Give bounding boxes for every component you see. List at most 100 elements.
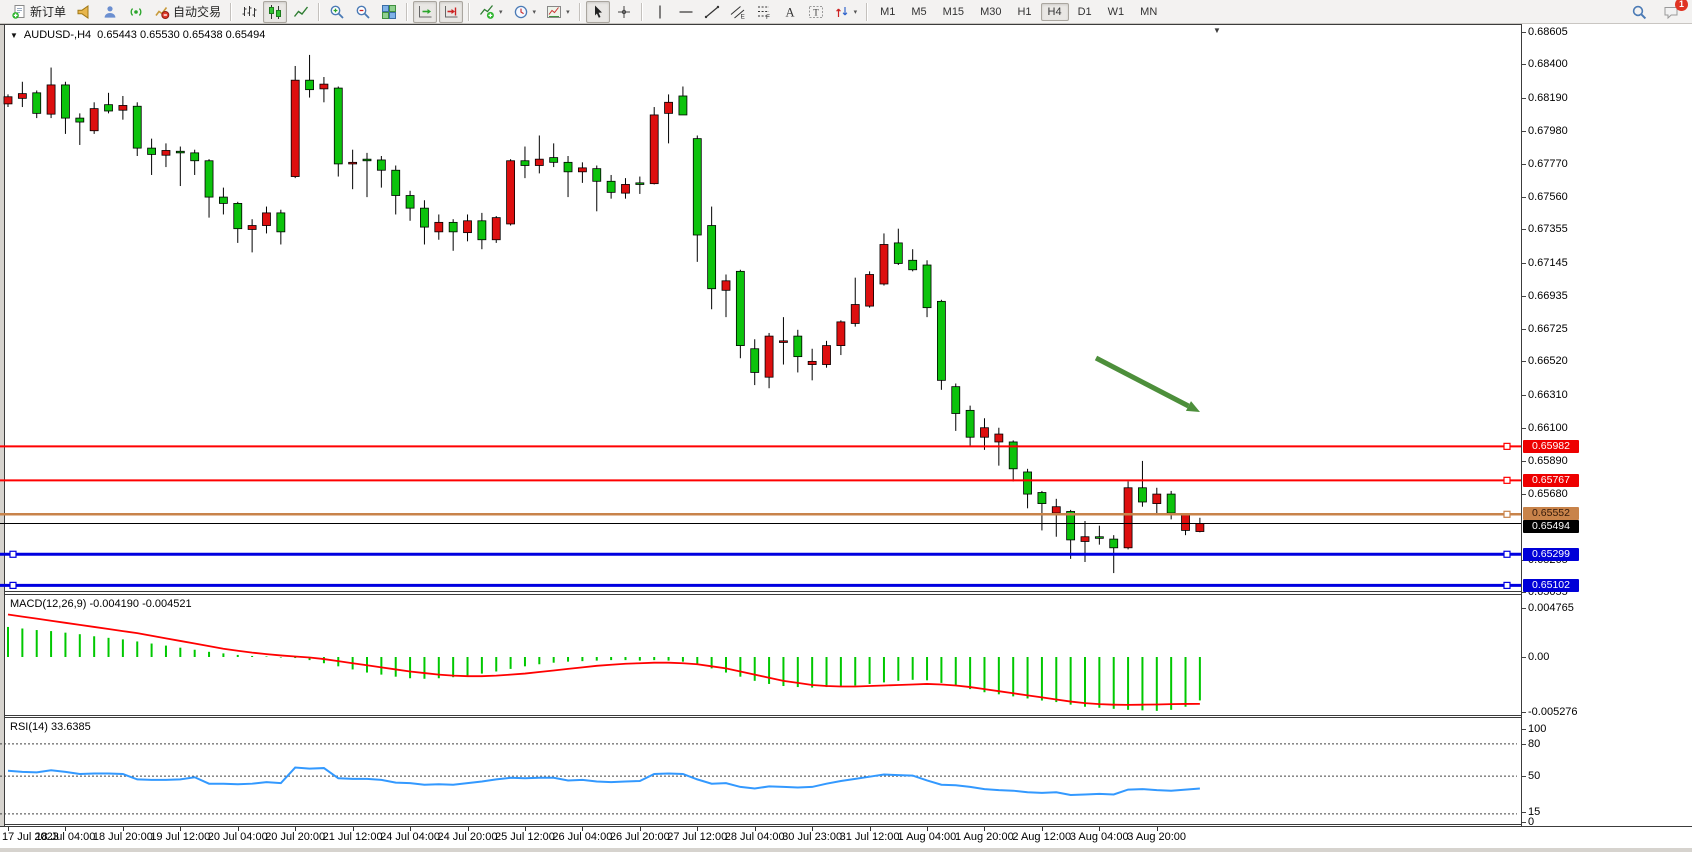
- line-chart-button[interactable]: [289, 1, 313, 23]
- candle: [808, 349, 816, 381]
- line-handle[interactable]: [10, 582, 16, 588]
- search-button[interactable]: [1627, 1, 1651, 23]
- rsi-panel[interactable]: [0, 718, 1521, 824]
- horizontal-line-0.65102[interactable]: [0, 582, 1521, 588]
- horizontal-line-button[interactable]: [674, 1, 698, 23]
- time-label: 1 Aug 04:00: [898, 831, 957, 843]
- candle: [765, 333, 773, 388]
- candle: [507, 159, 515, 225]
- crosshair-icon: [616, 4, 632, 20]
- price-tag-0.65767: 0.65767: [1523, 474, 1579, 487]
- tile-windows-button[interactable]: [377, 1, 401, 23]
- signals-button[interactable]: [124, 1, 148, 23]
- line-handle[interactable]: [1504, 443, 1510, 449]
- arrows-button[interactable]: ▾: [830, 1, 862, 23]
- news-button[interactable]: [72, 1, 96, 23]
- indicators-button[interactable]: ▾: [475, 1, 507, 23]
- horizontal-line-0.65982[interactable]: [0, 443, 1521, 449]
- timeframe-m15-button[interactable]: M15: [936, 3, 971, 21]
- line-handle[interactable]: [10, 551, 16, 557]
- candle: [751, 339, 759, 385]
- text-button[interactable]: A: [778, 1, 802, 23]
- timeframe-m5-button[interactable]: M5: [904, 3, 933, 21]
- candle: [363, 153, 371, 197]
- zoom-in-button[interactable]: [325, 1, 349, 23]
- toolbar-separator: [406, 3, 408, 21]
- candle: [205, 159, 213, 217]
- price-tick-label: 0.68605: [1528, 26, 1568, 38]
- profile-button[interactable]: [98, 1, 122, 23]
- new-order-button[interactable]: 新订单: [7, 1, 70, 23]
- axis-tick: [1522, 822, 1526, 823]
- zoom-out-button[interactable]: [351, 1, 375, 23]
- periods-button[interactable]: ▾: [509, 1, 541, 23]
- time-label: 24 Jul 20:00: [438, 831, 498, 843]
- candle: [61, 82, 69, 134]
- notifications-button[interactable]: 1: [1659, 1, 1683, 23]
- equidistant-channel-button[interactable]: E: [726, 1, 750, 23]
- timeframe-h4-button[interactable]: H4: [1041, 3, 1069, 21]
- line-handle[interactable]: [1504, 511, 1510, 517]
- line-handle[interactable]: [1504, 582, 1510, 588]
- axis-tick: [1522, 812, 1526, 813]
- candle: [535, 135, 543, 173]
- candle: [693, 135, 701, 261]
- toolbar: 新订单 自动交易 ▾ ▾ ▾ EFAT ▾ M1M5M15M30H1H4D1W1MN 1: [0, 0, 1692, 24]
- candle: [392, 165, 400, 214]
- hline-icon: [678, 4, 694, 20]
- time-label: 25 Jul 12:00: [495, 831, 555, 843]
- zoom-out-icon: [355, 4, 371, 20]
- horizontal-line-0.65299[interactable]: [0, 551, 1521, 557]
- horizontal-line-0.65767[interactable]: [0, 477, 1521, 483]
- auto-scroll-button[interactable]: [413, 1, 437, 23]
- symbol-dropdown-icon[interactable]: ▼: [10, 31, 18, 40]
- chart-shift-marker-icon[interactable]: ▼: [1213, 26, 1221, 35]
- timeframe-mn-button[interactable]: MN: [1133, 3, 1164, 21]
- candle: [1196, 518, 1204, 533]
- dropdown-caret-icon[interactable]: ▾: [533, 8, 537, 16]
- timeframe-h1-button[interactable]: H1: [1010, 3, 1038, 21]
- macd-panel[interactable]: [0, 595, 1521, 715]
- timeframe-w1-button[interactable]: W1: [1101, 3, 1132, 21]
- trendline-button[interactable]: [700, 1, 724, 23]
- time-label: 18 Jul 20:00: [93, 831, 153, 843]
- toolbar-right-group: 1: [1626, 1, 1684, 23]
- fibonacci-button[interactable]: F: [752, 1, 776, 23]
- axis-tick: [1522, 657, 1526, 658]
- bar-chart-button[interactable]: [237, 1, 261, 23]
- time-axis[interactable]: 17 Jul 202318 Jul 04:0018 Jul 20:0019 Ju…: [0, 827, 1692, 848]
- horizontal-line-0.65552[interactable]: [0, 511, 1521, 517]
- text-label-button[interactable]: T: [804, 1, 828, 23]
- price-axis[interactable]: 0.686050.684000.681900.679800.677700.675…: [1522, 24, 1692, 826]
- chart-shift-button[interactable]: [439, 1, 463, 23]
- clock-icon: [513, 4, 529, 20]
- main-chart-panel[interactable]: [0, 25, 1521, 591]
- time-label: 21 Jul 12:00: [323, 831, 383, 843]
- line-handle[interactable]: [1504, 477, 1510, 483]
- timeframe-m30-button[interactable]: M30: [973, 3, 1008, 21]
- vertical-line-button[interactable]: [648, 1, 672, 23]
- time-label: 26 Jul 04:00: [552, 831, 612, 843]
- axis-tick: [1522, 395, 1526, 396]
- templates-button[interactable]: ▾: [542, 1, 574, 23]
- price-tick-label: 0.66520: [1528, 355, 1568, 367]
- svg-text:A: A: [785, 5, 794, 19]
- search-icon: [1631, 4, 1647, 20]
- timeframe-d1-button[interactable]: D1: [1071, 3, 1099, 21]
- price-tick-label: 0.66725: [1528, 323, 1568, 335]
- dropdown-caret-icon[interactable]: ▾: [854, 8, 858, 16]
- line-handle[interactable]: [1504, 551, 1510, 557]
- time-label: 20 Jul 20:00: [265, 831, 325, 843]
- cursor-button[interactable]: [586, 1, 610, 23]
- candlestick-chart-button[interactable]: [263, 1, 287, 23]
- candle: [219, 188, 227, 215]
- price-tick-label: 0.66935: [1528, 290, 1568, 302]
- axis-tick: [1522, 229, 1526, 230]
- dropdown-caret-icon[interactable]: ▾: [499, 8, 503, 16]
- dropdown-caret-icon[interactable]: ▾: [566, 8, 570, 16]
- trend-arrow-annotation[interactable]: [1096, 358, 1200, 412]
- crosshair-button[interactable]: [612, 1, 636, 23]
- macd-signal-line: [8, 615, 1200, 705]
- auto-trading-button[interactable]: 自动交易: [150, 1, 225, 23]
- timeframe-m1-button[interactable]: M1: [873, 3, 902, 21]
